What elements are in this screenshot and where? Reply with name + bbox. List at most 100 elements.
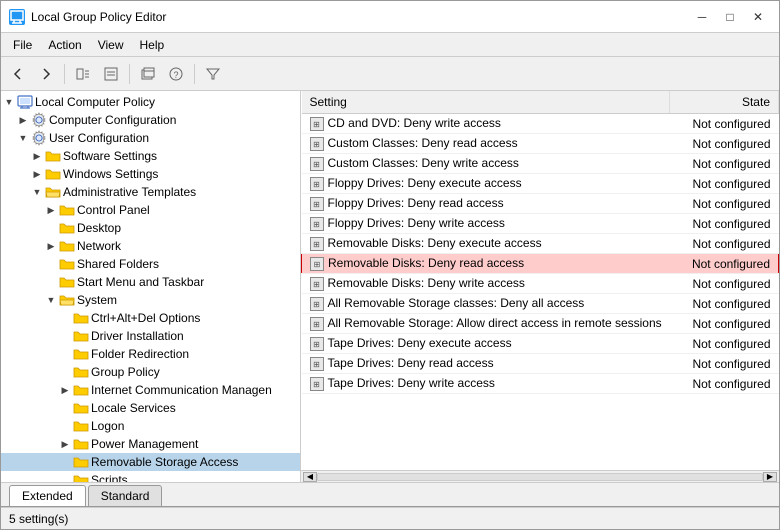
state-cell: Not configured <box>670 354 779 374</box>
table-row[interactable]: ⊞All Removable Storage classes: Deny all… <box>302 294 779 314</box>
expand-icon-at[interactable]: ▼ <box>29 184 45 200</box>
svg-text:?: ? <box>173 70 178 80</box>
properties-button[interactable] <box>98 62 124 86</box>
tree-item-ss[interactable]: ▶ Software Settings <box>1 147 300 165</box>
menu-action[interactable]: Action <box>40 36 89 54</box>
expand-icon-di[interactable] <box>57 328 73 344</box>
back-button[interactable] <box>5 62 31 86</box>
filter-button[interactable] <box>200 62 226 86</box>
tree-item-at[interactable]: ▼ Administrative Templates <box>1 183 300 201</box>
expand-icon-dt[interactable] <box>43 220 59 236</box>
table-row[interactable]: ⊞Tape Drives: Deny read accessNot config… <box>302 354 779 374</box>
expand-icon-pm[interactable]: ▶ <box>57 436 73 452</box>
table-row[interactable]: ⊞Floppy Drives: Deny execute accessNot c… <box>302 174 779 194</box>
tree-label-stb: Start Menu and Taskbar <box>77 275 204 289</box>
expand-icon-lg[interactable] <box>57 418 73 434</box>
tree-item-sc[interactable]: Scripts <box>1 471 300 482</box>
expand-icon-rsa[interactable] <box>57 454 73 470</box>
tree-item-cad[interactable]: Ctrl+Alt+Del Options <box>1 309 300 327</box>
table-row[interactable]: ⊞Removable Disks: Deny read accessNot co… <box>302 254 779 274</box>
setting-icon: ⊞ <box>310 277 324 291</box>
tree-item-ls[interactable]: Locale Services <box>1 399 300 417</box>
folder-icon <box>59 238 75 254</box>
forward-button[interactable] <box>33 62 59 86</box>
tabs-bar: Extended Standard <box>1 483 779 507</box>
expand-icon-cp[interactable]: ▶ <box>43 202 59 218</box>
table-row[interactable]: ⊞Floppy Drives: Deny read accessNot conf… <box>302 194 779 214</box>
table-row[interactable]: ⊞Floppy Drives: Deny write accessNot con… <box>302 214 779 234</box>
tree-label-icm: Internet Communication Managen <box>91 383 272 397</box>
tree-item-fr[interactable]: Folder Redirection <box>1 345 300 363</box>
tree-item-uc[interactable]: ▼ User Configuration <box>1 129 300 147</box>
tab-extended[interactable]: Extended <box>9 485 86 506</box>
tree-item-cp[interactable]: ▶ Control Panel <box>1 201 300 219</box>
tree-item-lg[interactable]: Logon <box>1 417 300 435</box>
expand-icon-cad[interactable] <box>57 310 73 326</box>
tree-item-nw[interactable]: ▶ Network <box>1 237 300 255</box>
folder-icon <box>73 436 89 452</box>
tree-item-stb[interactable]: Start Menu and Taskbar <box>1 273 300 291</box>
expand-icon-cc[interactable]: ▶ <box>15 112 31 128</box>
expand-icon-icm[interactable]: ▶ <box>57 382 73 398</box>
new-window-button[interactable] <box>135 62 161 86</box>
title-bar: Local Group Policy Editor ─ □ ✕ <box>1 1 779 33</box>
setting-icon: ⊞ <box>310 317 324 331</box>
table-row[interactable]: ⊞Removable Disks: Deny write accessNot c… <box>302 274 779 294</box>
tree-item-sys[interactable]: ▼ System <box>1 291 300 309</box>
expand-icon-fr[interactable] <box>57 346 73 362</box>
table-row[interactable]: ⊞All Removable Storage: Allow direct acc… <box>302 314 779 334</box>
tree-item-icm[interactable]: ▶ Internet Communication Managen <box>1 381 300 399</box>
expand-icon-ws[interactable]: ▶ <box>29 166 45 182</box>
menu-file[interactable]: File <box>5 36 40 54</box>
tree-item-sf[interactable]: Shared Folders <box>1 255 300 273</box>
setting-icon: ⊞ <box>310 237 324 251</box>
tree-item-cc[interactable]: ▶ Computer Configuration <box>1 111 300 129</box>
tab-standard[interactable]: Standard <box>88 485 163 506</box>
expand-icon-stb[interactable] <box>43 274 59 290</box>
tree-panel: ▼ Local Computer Policy▶ Computer Config… <box>1 91 301 482</box>
tree-item-root[interactable]: ▼ Local Computer Policy <box>1 93 300 111</box>
tree-container[interactable]: ▼ Local Computer Policy▶ Computer Config… <box>1 91 300 482</box>
tree-item-ws[interactable]: ▶ Windows Settings <box>1 165 300 183</box>
table-row[interactable]: ⊞CD and DVD: Deny write accessNot config… <box>302 114 779 134</box>
maximize-button[interactable]: □ <box>717 7 743 27</box>
expand-icon-sc[interactable] <box>57 472 73 482</box>
table-row[interactable]: ⊞Tape Drives: Deny write accessNot confi… <box>302 374 779 394</box>
menu-bar: File Action View Help <box>1 33 779 57</box>
table-header: Setting State <box>302 91 779 114</box>
expand-icon-ls[interactable] <box>57 400 73 416</box>
h-scroll-track[interactable] <box>317 473 763 481</box>
table-row[interactable]: ⊞Tape Drives: Deny execute accessNot con… <box>302 334 779 354</box>
table-row[interactable]: ⊞Custom Classes: Deny read accessNot con… <box>302 134 779 154</box>
expand-icon-gp[interactable] <box>57 364 73 380</box>
folder-icon <box>59 274 75 290</box>
setting-cell: ⊞Floppy Drives: Deny write access <box>302 214 670 234</box>
menu-help[interactable]: Help <box>132 36 173 54</box>
expand-icon-uc[interactable]: ▼ <box>15 130 31 146</box>
table-row[interactable]: ⊞Removable Disks: Deny execute accessNot… <box>302 234 779 254</box>
tree-label-di: Driver Installation <box>91 329 184 343</box>
expand-icon-ss[interactable]: ▶ <box>29 148 45 164</box>
tree-label-at: Administrative Templates <box>63 185 196 199</box>
tree-item-pm[interactable]: ▶ Power Management <box>1 435 300 453</box>
setting-icon: ⊞ <box>310 337 324 351</box>
close-button[interactable]: ✕ <box>745 7 771 27</box>
help-button[interactable]: ? <box>163 62 189 86</box>
list-container[interactable]: Setting State ⊞CD and DVD: Deny write ac… <box>301 91 779 470</box>
show-hide-tree-button[interactable] <box>70 62 96 86</box>
tree-item-di[interactable]: Driver Installation <box>1 327 300 345</box>
menu-view[interactable]: View <box>90 36 132 54</box>
expand-icon-sf[interactable] <box>43 256 59 272</box>
expand-icon-root[interactable]: ▼ <box>1 94 17 110</box>
tree-item-dt[interactable]: Desktop <box>1 219 300 237</box>
folder-open-icon <box>45 184 61 200</box>
expand-icon-nw[interactable]: ▶ <box>43 238 59 254</box>
expand-icon-sys[interactable]: ▼ <box>43 292 59 308</box>
horizontal-scrollbar[interactable]: ◀ ▶ <box>301 470 779 482</box>
tree-item-gp[interactable]: Group Policy <box>1 363 300 381</box>
tree-item-rsa[interactable]: Removable Storage Access <box>1 453 300 471</box>
folder-icon <box>73 472 89 482</box>
minimize-button[interactable]: ─ <box>689 7 715 27</box>
table-row[interactable]: ⊞Custom Classes: Deny write accessNot co… <box>302 154 779 174</box>
state-cell: Not configured <box>670 294 779 314</box>
